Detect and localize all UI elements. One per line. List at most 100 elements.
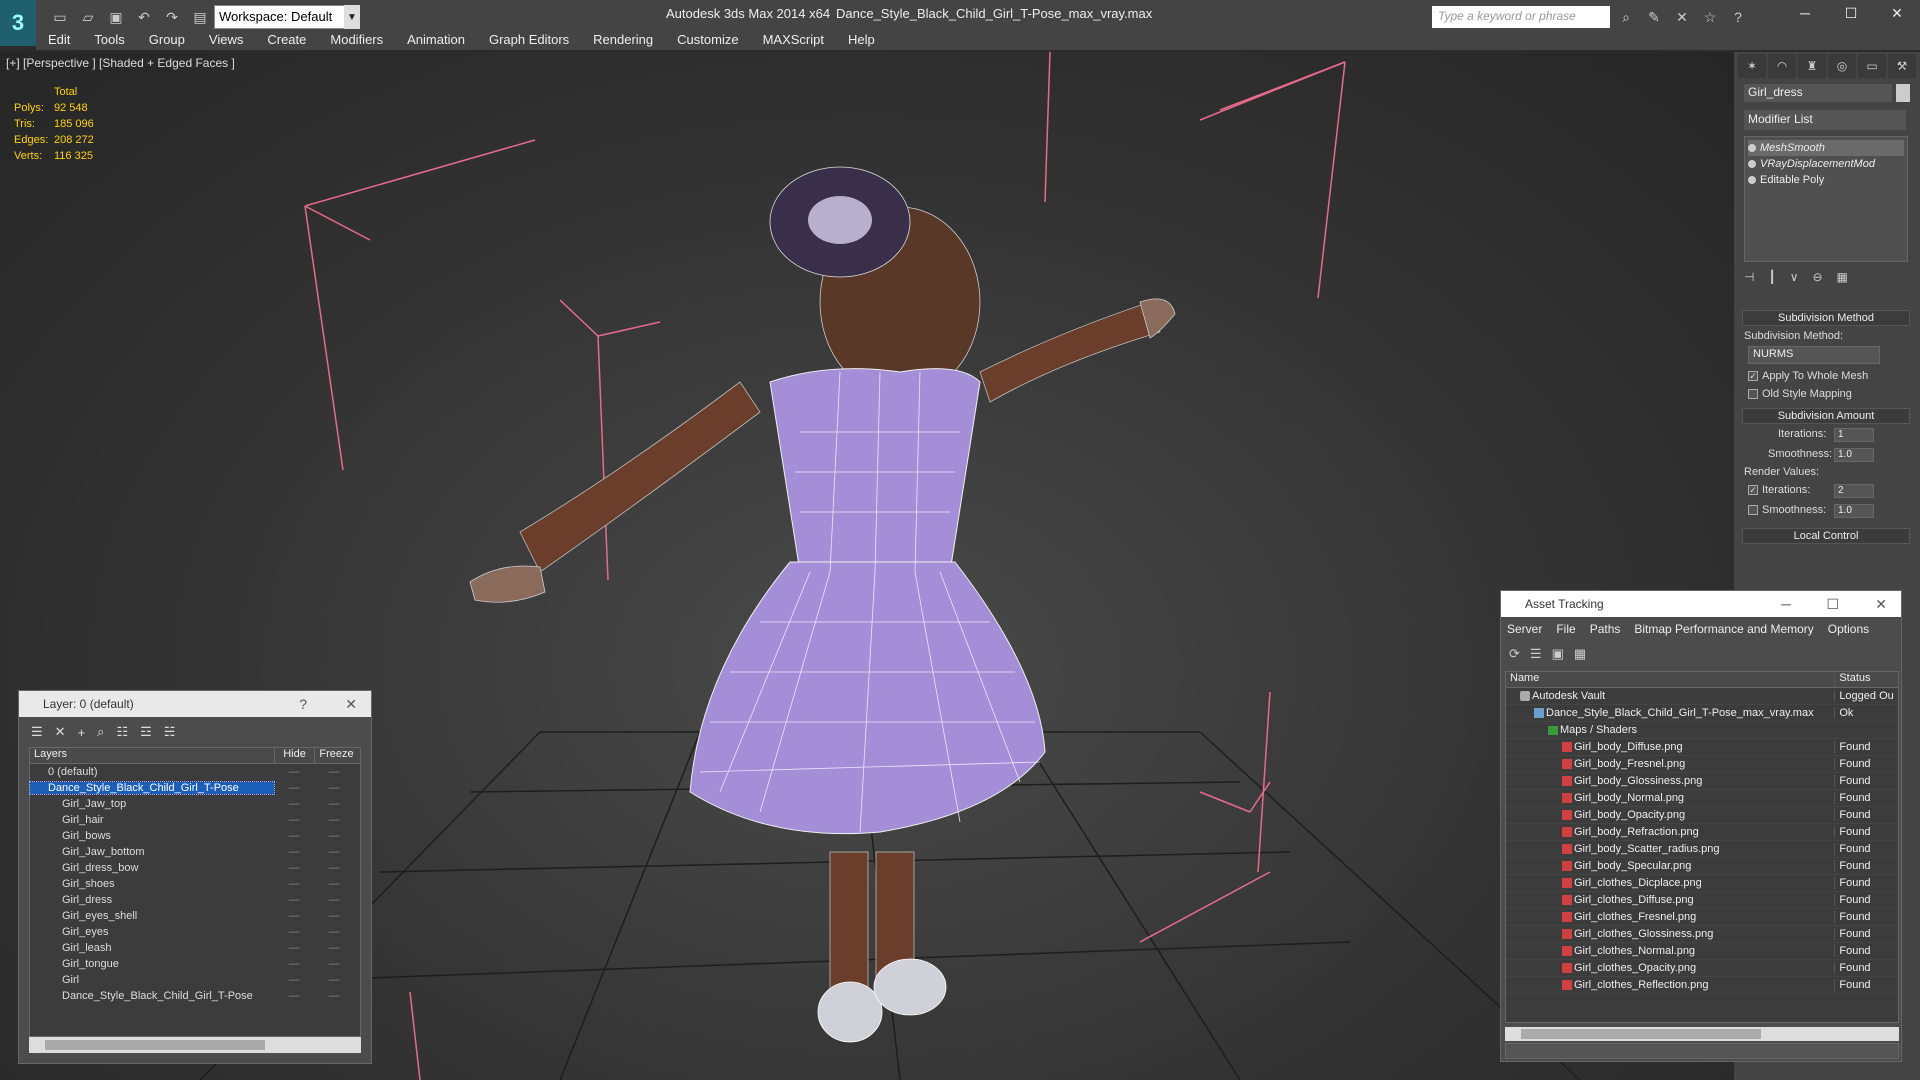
col-hide[interactable]: Hide (274, 748, 314, 763)
menu-modifiers[interactable]: Modifiers (318, 30, 395, 50)
scrollbar-thumb[interactable] (1521, 1029, 1761, 1039)
asset-row[interactable]: Girl_clothes_Dicplace.png Found (1506, 875, 1898, 892)
expand-icon[interactable] (1748, 176, 1756, 184)
asset-row[interactable]: Girl_body_Scatter_radius.png Found (1506, 841, 1898, 858)
asset-row[interactable]: Dance_Style_Black_Child_Girl_T-Pose_max_… (1506, 705, 1898, 722)
menu-customize[interactable]: Customize (665, 30, 750, 50)
menu-animation[interactable]: Animation (395, 30, 477, 50)
motion-tab-icon[interactable]: ◎ (1828, 54, 1856, 78)
close-icon[interactable]: ✕ (345, 696, 357, 713)
menu-graph-editors[interactable]: Graph Editors (477, 30, 581, 50)
hide-all-icon[interactable]: ☲ (140, 724, 152, 740)
rollout-local-control[interactable]: Local Control (1742, 528, 1910, 544)
layer-row[interactable]: Girl_bows — — (30, 828, 360, 844)
hide-toggle-icon[interactable]: — (274, 846, 314, 858)
asset-row[interactable]: Maps / Shaders (1506, 722, 1898, 739)
redo-icon[interactable]: ↷ (160, 6, 184, 28)
hide-toggle-icon[interactable]: — (274, 782, 314, 794)
refresh-icon[interactable]: ⟳ (1509, 646, 1520, 662)
asset-menu-file[interactable]: File (1556, 622, 1575, 636)
search-input[interactable]: Type a keyword or phrase (1432, 6, 1610, 28)
asset-row[interactable]: Girl_clothes_Fresnel.png Found (1506, 909, 1898, 926)
freeze-toggle-icon[interactable]: — (314, 958, 354, 970)
checkbox-checked-icon[interactable]: ✓ (1748, 485, 1758, 496)
menu-views[interactable]: Views (197, 30, 255, 50)
thumbnail-view-icon[interactable]: ▣ (1552, 646, 1564, 662)
render-smoothness-spinner[interactable]: 1.0 (1834, 504, 1874, 518)
col-layers[interactable]: Layers (30, 748, 274, 763)
asset-window-titlebar[interactable]: Asset Tracking ─ ☐ ✕ (1501, 591, 1901, 617)
layer-row[interactable]: Girl_eyes_shell — — (30, 908, 360, 924)
asset-row[interactable]: Girl_clothes_Glossiness.png Found (1506, 926, 1898, 943)
favorites-star-icon[interactable]: ☆ (1698, 6, 1722, 28)
make-unique-icon[interactable]: ∨ (1790, 270, 1799, 284)
layer-row[interactable]: Girl_shoes — — (30, 876, 360, 892)
freeze-toggle-icon[interactable]: — (314, 974, 354, 986)
hide-toggle-icon[interactable]: — (274, 862, 314, 874)
layer-row[interactable]: Girl_Jaw_top — — (30, 796, 360, 812)
apply-whole-mesh-checkbox[interactable]: ✓ Apply To Whole Mesh (1748, 370, 1868, 382)
layer-horizontal-scrollbar[interactable] (29, 1037, 361, 1053)
menu-tools[interactable]: Tools (82, 30, 136, 50)
hide-toggle-icon[interactable]: — (274, 942, 314, 954)
asset-row[interactable]: Girl_clothes_Opacity.png Found (1506, 960, 1898, 977)
freeze-toggle-icon[interactable]: — (314, 926, 354, 938)
hide-toggle-icon[interactable]: — (274, 894, 314, 906)
freeze-toggle-icon[interactable]: — (314, 878, 354, 890)
iterations-spinner[interactable]: 1 (1834, 428, 1874, 442)
layer-row[interactable]: Girl — — (30, 972, 360, 988)
asset-row[interactable]: Autodesk Vault Logged Ou (1506, 688, 1898, 705)
lightbulb-icon[interactable] (1748, 144, 1756, 152)
freeze-toggle-icon[interactable]: — (314, 814, 354, 826)
checkbox-unchecked-icon[interactable] (1748, 505, 1758, 516)
workspace-dropdown[interactable]: Workspace: Default (214, 5, 360, 29)
select-objects-icon[interactable]: ⌕ (97, 724, 104, 740)
display-tab-icon[interactable]: ▭ (1858, 54, 1886, 78)
object-color-swatch[interactable] (1896, 84, 1910, 102)
table-view-icon[interactable]: ▦ (1574, 646, 1586, 662)
layer-row[interactable]: Girl_eyes — — (30, 924, 360, 940)
asset-menu-options[interactable]: Options (1828, 622, 1869, 636)
freeze-toggle-icon[interactable]: — (314, 766, 354, 778)
freeze-toggle-icon[interactable]: — (314, 942, 354, 954)
layer-row[interactable]: Girl_tongue — — (30, 956, 360, 972)
menu-help[interactable]: Help (836, 30, 887, 50)
asset-row[interactable]: Girl_body_Normal.png Found (1506, 790, 1898, 807)
freeze-toggle-icon[interactable]: — (314, 798, 354, 810)
freeze-toggle-icon[interactable]: — (314, 830, 354, 842)
layer-row[interactable]: Dance_Style_Black_Child_Girl_T-Pose — — (29, 780, 360, 796)
col-freeze[interactable]: Freeze (314, 748, 358, 763)
communication-icon[interactable]: ✕ (1670, 6, 1694, 28)
menu-rendering[interactable]: Rendering (581, 30, 665, 50)
asset-row[interactable]: Girl_clothes_Reflection.png Found (1506, 977, 1898, 994)
hide-toggle-icon[interactable]: — (274, 974, 314, 986)
menu-create[interactable]: Create (255, 30, 318, 50)
rollout-subdivision-amount[interactable]: Subdivision Amount (1742, 408, 1910, 424)
freeze-toggle-icon[interactable]: — (314, 782, 354, 794)
hierarchy-tab-icon[interactable]: ♜ (1798, 54, 1826, 78)
minimize-icon[interactable]: ─ (1781, 596, 1791, 612)
freeze-toggle-icon[interactable]: — (314, 910, 354, 922)
create-tab-icon[interactable]: ✶ (1738, 54, 1766, 78)
help-icon[interactable]: ? (299, 696, 307, 712)
menu-maxscript[interactable]: MAXScript (751, 30, 836, 50)
hide-toggle-icon[interactable]: — (274, 926, 314, 938)
layer-row[interactable]: Girl_Jaw_bottom — — (30, 844, 360, 860)
menu-group[interactable]: Group (137, 30, 197, 50)
stack-item-editable-poly[interactable]: Editable Poly (1748, 172, 1904, 188)
undo-icon[interactable]: ↶ (132, 6, 156, 28)
hide-toggle-icon[interactable]: — (274, 830, 314, 842)
hide-toggle-icon[interactable]: — (274, 990, 314, 1002)
smoothness-spinner[interactable]: 1.0 (1834, 448, 1874, 462)
maximize-icon[interactable]: ☐ (1828, 0, 1874, 26)
layer-row[interactable]: Dance_Style_Black_Child_Girl_T-Pose — — (30, 988, 360, 1004)
layer-row[interactable]: Girl_leash — — (30, 940, 360, 956)
checkbox-checked-icon[interactable]: ✓ (1748, 371, 1758, 382)
maximize-icon[interactable]: ☐ (1826, 596, 1839, 613)
modifier-list-dropdown[interactable]: Modifier List (1744, 110, 1906, 130)
rollout-subdivision-method[interactable]: Subdivision Method (1742, 310, 1910, 326)
old-style-mapping-checkbox[interactable]: Old Style Mapping (1748, 388, 1852, 400)
subdivision-method-select[interactable]: NURMS (1748, 346, 1880, 364)
hide-toggle-icon[interactable]: — (274, 766, 314, 778)
col-name[interactable]: Name (1506, 672, 1834, 687)
